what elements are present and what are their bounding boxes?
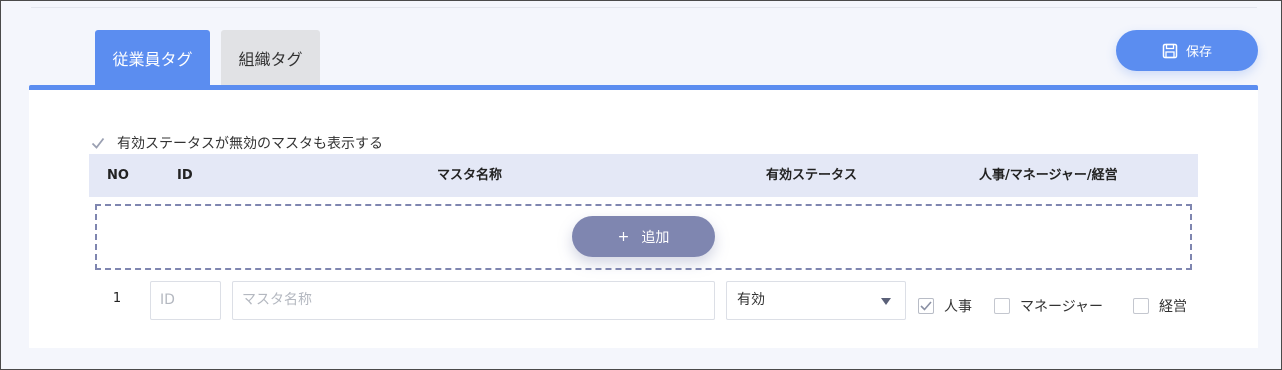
checkbox-checked-icon — [918, 298, 934, 314]
tab-employee-tags[interactable]: 従業員タグ — [95, 30, 210, 85]
table-header: NO ID マスタ名称 有効ステータス 人事/マネージャー/経営 — [89, 154, 1198, 197]
header-roles: 人事/マネージャー/経営 — [979, 168, 1118, 183]
show-inactive-label: 有効ステータスが無効のマスタも表示する — [117, 136, 383, 152]
add-button[interactable]: + 追加 — [572, 216, 715, 257]
row-number: 1 — [112, 291, 122, 306]
tab-label: 組織タグ — [238, 49, 303, 69]
floppy-disk-icon — [1162, 43, 1178, 59]
plus-icon: + — [617, 228, 630, 245]
app-frame: 従業員タグ 組織タグ 保存 有効ステータスが無効のマスタも表示する NO ID … — [0, 0, 1282, 370]
header-master-name: マスタ名称 — [437, 168, 503, 183]
save-label: 保存 — [1185, 45, 1212, 60]
header-no: NO — [107, 168, 129, 183]
header-id: ID — [177, 168, 193, 183]
save-button[interactable]: 保存 — [1116, 30, 1258, 71]
role-checkbox-manager[interactable]: マネージャー — [994, 297, 1103, 315]
add-label: 追加 — [641, 229, 670, 246]
caret-down-icon — [881, 298, 891, 305]
status-value: 有効 — [737, 292, 765, 308]
master-name-input[interactable]: マスタ名称 — [232, 281, 715, 320]
role-label: 人事 — [944, 299, 972, 315]
tab-organization-tags[interactable]: 組織タグ — [221, 30, 320, 85]
divider — [31, 7, 1257, 8]
check-icon — [89, 134, 107, 152]
role-checkbox-executive[interactable]: 経営 — [1133, 297, 1187, 315]
tab-label: 従業員タグ — [112, 49, 193, 69]
header-status: 有効ステータス — [766, 168, 858, 183]
role-label: マネージャー — [1020, 299, 1104, 315]
show-inactive-checkbox[interactable]: 有効ステータスが無効のマスタも表示する — [89, 133, 383, 153]
checkbox-empty-icon — [1133, 298, 1149, 314]
status-select[interactable]: 有効 — [726, 281, 906, 320]
checkbox-empty-icon — [994, 298, 1010, 314]
role-label: 経営 — [1159, 299, 1187, 315]
id-input[interactable]: ID — [150, 281, 221, 320]
role-checkbox-hr[interactable]: 人事 — [918, 297, 972, 315]
